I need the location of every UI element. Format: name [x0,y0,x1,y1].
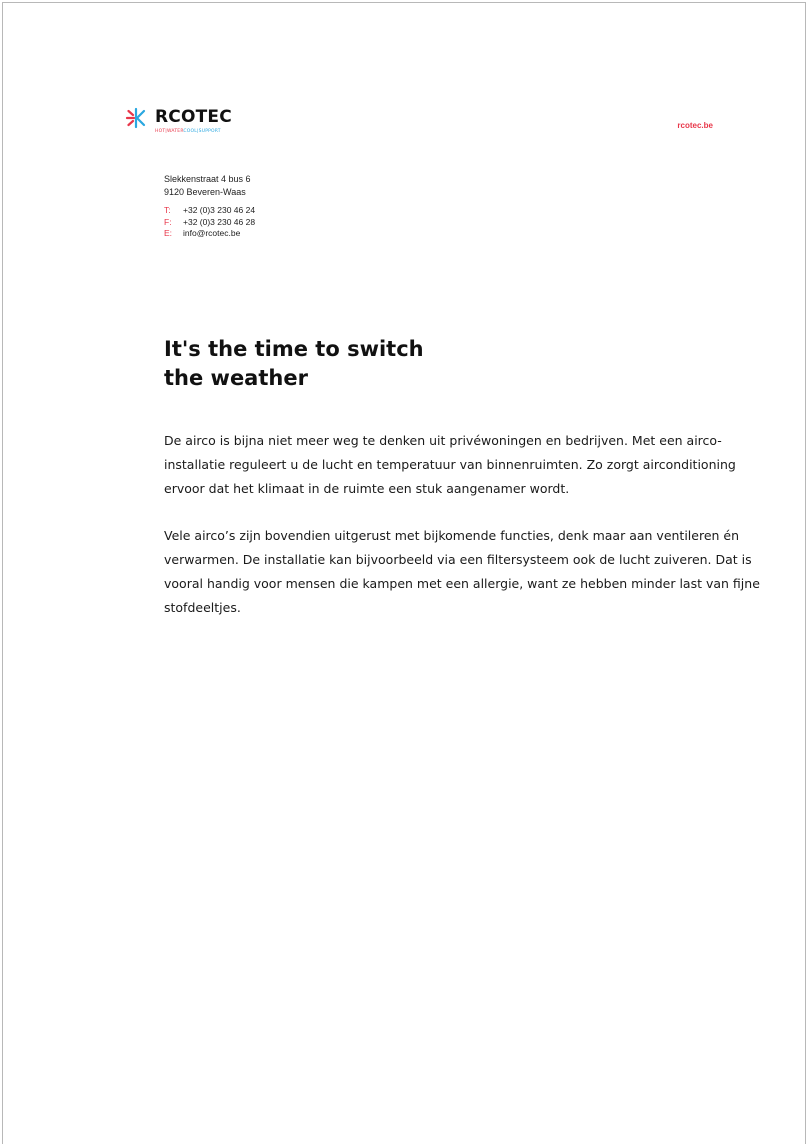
headline-line-2: the weather [164,366,308,390]
logo-tagline: HOT|WATERCOOL|SUPPORT [155,128,232,135]
logo-burst-icon [125,107,146,129]
letterhead-page: RCOTEC HOT|WATERCOOL|SUPPORT rcotec.be S… [2,2,806,1144]
address-line-city: 9120 Beveren-Waas [164,187,246,197]
article-body: De airco is bijna niet meer weg te denke… [164,429,764,643]
contact-email-row: E: info@rcotec.be [164,228,255,240]
article-headline: It's the time to switch the weather [164,335,564,393]
paragraph-1: De airco is bijna niet meer weg te denke… [164,433,736,496]
website-link[interactable]: rcotec.be [677,121,713,130]
paragraph-2: Vele airco’s zijn bovendien uitgerust me… [164,528,760,615]
postal-address: Slekkenstraat 4 bus 6 9120 Beveren-Waas [164,173,251,199]
phone-key: T: [164,205,171,215]
tagline-hot: HOT|WATER [155,129,184,134]
contact-block: T: +32 (0)3 230 46 24 F: +32 (0)3 230 46… [164,205,255,240]
fax-number: +32 (0)3 230 46 28 [183,216,256,227]
email-key: E: [164,228,173,238]
contact-phone-row: T: +32 (0)3 230 46 24 [164,205,255,217]
phone-number: +32 (0)3 230 46 24 [183,205,256,215]
tagline-cool: COOL|SUPPORT [183,129,221,134]
email-address: info@rcotec.be [183,228,241,238]
address-line-street: Slekkenstraat 4 bus 6 [164,174,251,184]
contact-fax-row: F: +32 (0)3 230 46 28 [164,217,255,229]
headline-line-1: It's the time to switch [164,337,424,361]
fax-key: F: [164,216,172,227]
logo-name: RCOTEC [155,107,232,127]
rcotec-logo: RCOTEC HOT|WATERCOOL|SUPPORT [123,105,232,135]
